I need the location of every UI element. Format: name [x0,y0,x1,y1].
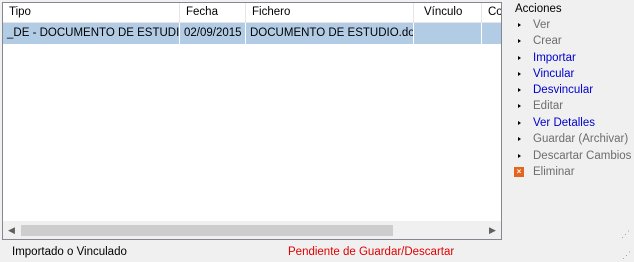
panel-resize-grip-icon[interactable]: ⋰ [621,229,631,239]
action-vincular[interactable]: Vincular [513,66,574,82]
action-label: Desvincular [533,84,594,96]
bullet-arrow-icon [513,117,525,129]
action-label: Guardar (Archivar) [533,133,629,145]
action-crear[interactable]: Crear [513,33,562,49]
grid-header: Tipo Fecha Fichero Vínculo Co [3,3,501,23]
cell-fecha: 02/09/2015 [180,23,246,44]
bullet-arrow-icon [513,100,525,112]
action-label: Descartar Cambios [533,150,632,162]
cell-co [482,23,501,44]
column-header-vinculo[interactable]: Vínculo [414,3,482,22]
action-label: Eliminar [533,166,575,178]
actions-title: Acciones [515,3,562,15]
action-importar[interactable]: Importar [513,50,576,66]
delete-x-icon: × [513,166,525,178]
action-guardar-archivar[interactable]: Guardar (Archivar) [513,131,628,147]
cell-vinculo [414,23,482,44]
column-header-fichero[interactable]: Fichero [246,3,414,22]
action-ver-detalles[interactable]: Ver Detalles [513,115,595,131]
column-header-co[interactable]: Co [482,3,501,22]
horizontal-scrollbar[interactable]: ◀ ▶ [3,221,501,239]
status-legend-pending: Pendiente de Guardar/Descartar [288,246,455,258]
bullet-arrow-icon [513,35,525,47]
status-legend-imported: Importado o Vinculado [12,246,127,258]
action-ver[interactable]: Ver [513,17,550,33]
cell-fichero: DOCUMENTO DE ESTUDIO.doc [246,23,414,44]
action-label: Ver Detalles [533,117,596,129]
table-row[interactable]: _DE - DOCUMENTO DE ESTUDIO 02/09/2015 DO… [3,23,501,44]
action-label: Vincular [533,68,575,80]
column-header-fecha[interactable]: Fecha [180,3,246,22]
action-desvincular[interactable]: Desvincular [513,82,593,98]
scroll-right-icon[interactable]: ▶ [484,222,501,239]
action-label: Ver [533,19,551,31]
bullet-arrow-icon [513,68,525,80]
cell-tipo: _DE - DOCUMENTO DE ESTUDIO [3,23,180,44]
bullet-arrow-icon [513,150,525,162]
actions-panel: Acciones Ver Crear Importar Vincular Desvinc… [507,0,632,240]
scroll-left-icon[interactable]: ◀ [3,222,20,239]
bullet-arrow-icon [513,133,525,145]
documents-grid[interactable]: Tipo Fecha Fichero Vínculo Co _DE - DOCU… [2,2,502,240]
action-eliminar[interactable]: × Eliminar [513,164,575,180]
column-header-tipo[interactable]: Tipo [3,3,180,22]
scrollbar-thumb[interactable] [21,225,393,236]
bullet-arrow-icon [513,52,525,64]
window-resize-grip-icon[interactable]: ⋰ [622,250,632,260]
action-descartar-cambios[interactable]: Descartar Cambios [513,148,631,164]
bullet-arrow-icon [513,84,525,96]
bullet-arrow-icon [513,19,525,31]
action-editar[interactable]: Editar [513,98,563,114]
action-label: Crear [533,35,562,47]
action-label: Importar [533,52,576,64]
action-label: Editar [533,100,564,112]
